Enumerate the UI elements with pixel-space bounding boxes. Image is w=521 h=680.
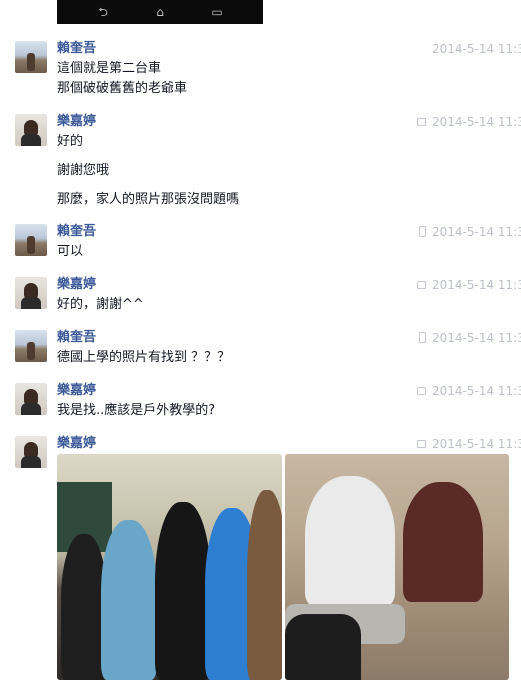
recents-icon[interactable]: ▭ [209,5,225,19]
person-figure [305,476,395,606]
person-figure [247,490,282,680]
timestamp: 2014-5-14 11:37 [432,225,521,239]
timestamp: 2014-5-14 11:37 [432,384,521,398]
timestamp: 2014-5-14 11:37 [432,278,521,292]
android-nav-bar: ⮌ ⌂ ▭ [57,0,263,24]
avatar[interactable] [15,277,47,309]
person-figure [101,520,157,680]
timestamp: 2014-5-14 11:35 [432,42,521,56]
avatar[interactable] [15,383,47,415]
bag-shape [285,614,361,680]
chat-icon [417,387,426,395]
home-icon[interactable]: ⌂ [152,5,168,19]
sender-name[interactable]: 賴奎吾 [57,224,96,240]
sender-name[interactable]: 樂嘉婷 [57,277,96,293]
message-text: 謝謝您哦 [57,163,110,178]
sender-name[interactable]: 賴奎吾 [57,41,96,57]
message-text: 那個破破舊舊的老爺車 [57,81,188,96]
message-text: 我是找..應該是戶外教學的? [57,403,216,418]
mobile-icon [419,226,426,237]
person-figure [155,502,211,680]
photo-attachment-classroom[interactable] [57,454,282,680]
avatar[interactable] [15,114,47,146]
avatar[interactable] [15,330,47,362]
sender-name[interactable]: 樂嘉婷 [57,114,96,130]
chat-icon [417,281,426,289]
chat-icon [417,118,426,126]
back-icon[interactable]: ⮌ [95,5,111,19]
sender-name[interactable]: 賴奎吾 [57,330,96,346]
message-text: 那麼，家人的照片那張沒問題嗎 [57,192,240,207]
photo-attachment-beach[interactable] [285,454,509,680]
mobile-icon [419,332,426,343]
message-text: 德國上學的照片有找到 ？？？ [57,350,231,365]
message-text: 這個就是第二台車 [57,61,162,76]
avatar[interactable] [15,224,47,256]
message-text: 可以 [57,244,84,259]
timestamp: 2014-5-14 11:38 [432,437,521,451]
avatar[interactable] [15,436,47,468]
sender-name[interactable]: 樂嘉婷 [57,383,96,399]
message-text: 好的 [57,134,84,149]
avatar[interactable] [15,41,47,73]
sender-name[interactable]: 樂嘉婷 [57,436,96,452]
chat-icon [417,440,426,448]
timestamp: 2014-5-14 11:37 [432,331,521,345]
message-text: 好的，謝謝^^ [57,297,144,312]
person-figure [403,482,483,602]
timestamp: 2014-5-14 11:36 [432,115,521,129]
